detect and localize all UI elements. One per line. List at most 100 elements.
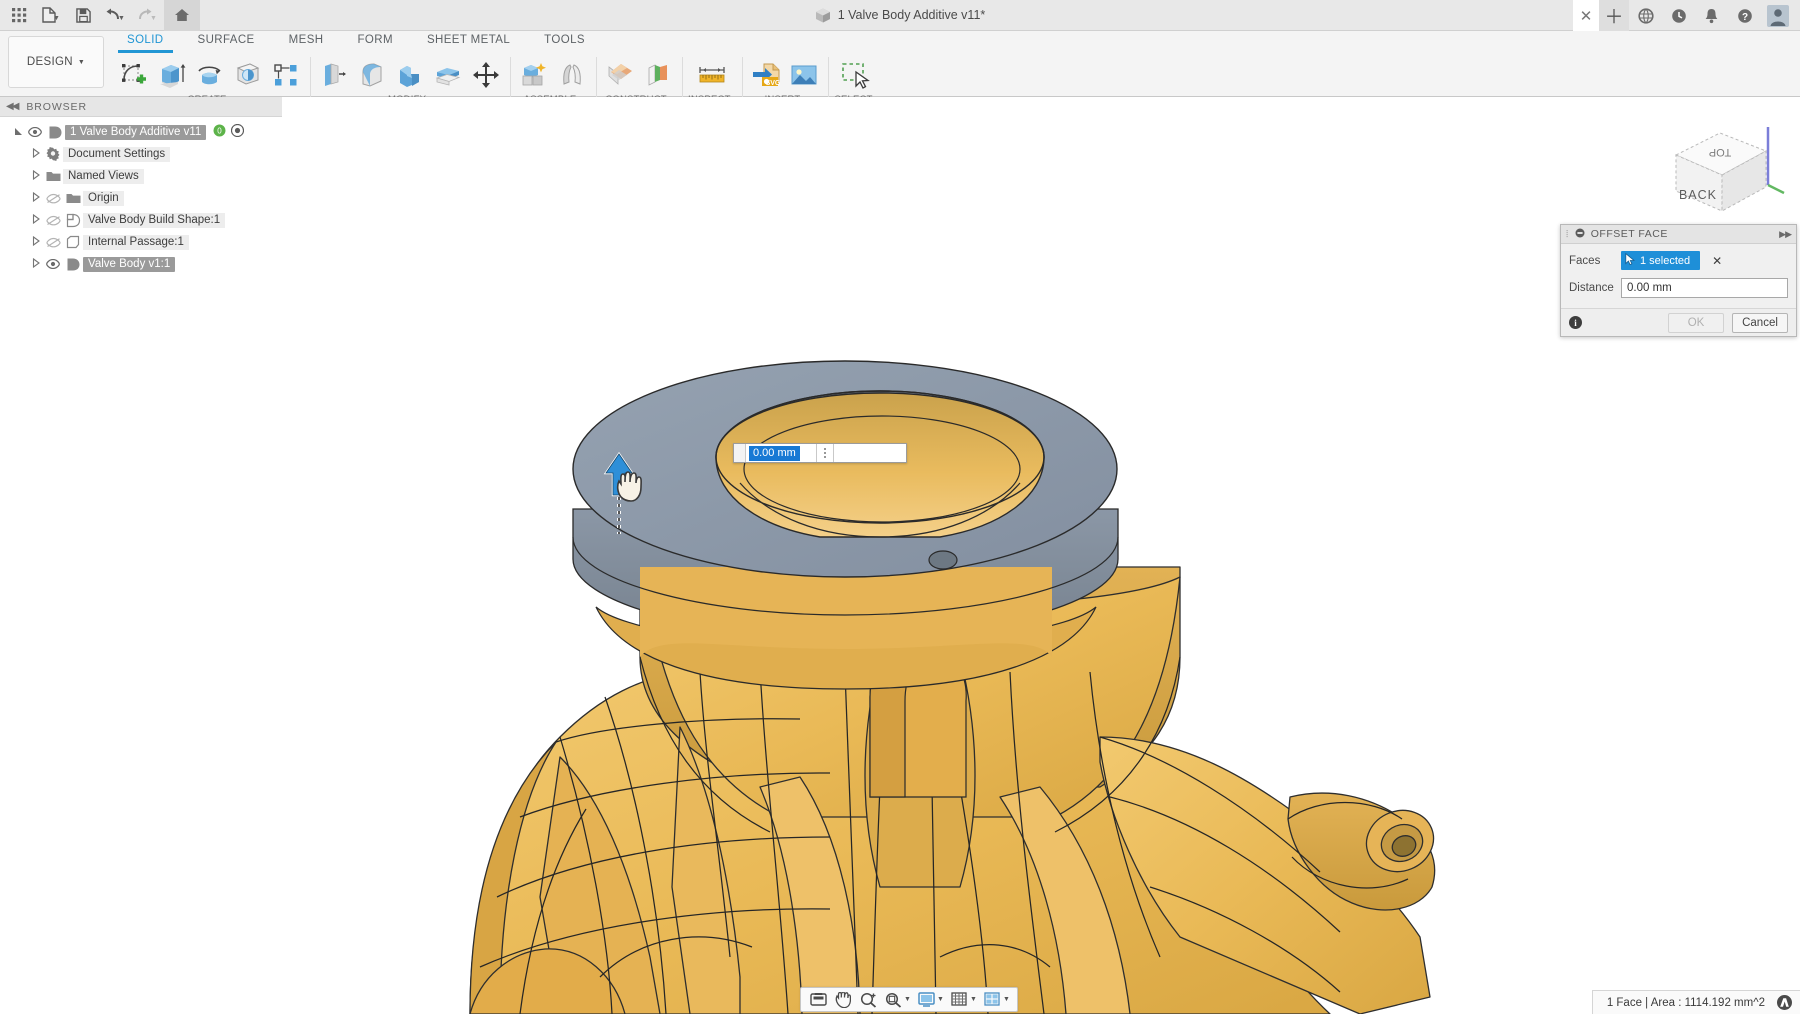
expand-right-icon[interactable]: ▶▶: [1779, 229, 1792, 240]
new-tab-icon[interactable]: ＋: [1599, 0, 1629, 31]
radio-icon[interactable]: [231, 123, 245, 140]
info-icon[interactable]: i: [1569, 316, 1582, 329]
close-tab-icon[interactable]: ✕: [1573, 0, 1599, 31]
visibility-hidden-icon[interactable]: [43, 193, 63, 204]
cursor-select-icon: [1625, 252, 1636, 268]
bell-icon[interactable]: [1695, 0, 1728, 31]
tree-item-root[interactable]: 1 Valve Body Additive v11 0: [0, 121, 282, 143]
cancel-button[interactable]: Cancel: [1732, 312, 1788, 333]
expand-triangle-icon[interactable]: [30, 213, 43, 226]
tree-item-origin[interactable]: Origin: [0, 187, 282, 209]
inline-input-secondary[interactable]: [834, 444, 906, 462]
faces-selection-button[interactable]: 1 selected: [1621, 251, 1701, 270]
sweep-icon[interactable]: [230, 56, 266, 94]
input-grip[interactable]: [734, 444, 746, 462]
visibility-hidden-icon[interactable]: [43, 237, 63, 248]
dialog-header[interactable]: ⦙ OFFSET FACE ▶▶: [1561, 225, 1796, 244]
tab-tools[interactable]: TOOLS: [527, 31, 602, 48]
chevron-down-icon[interactable]: ▼: [970, 996, 979, 1003]
tree-item-internal-passage[interactable]: Internal Passage:1: [0, 231, 282, 253]
tree-item-valve-body-v1[interactable]: Valve Body v1:1: [0, 253, 282, 275]
display-settings-icon[interactable]: [914, 989, 938, 1011]
minimize-icon[interactable]: [1575, 228, 1585, 241]
visibility-eye-icon[interactable]: [43, 259, 63, 269]
tree-item-label: Origin: [83, 190, 124, 206]
undo-icon[interactable]: ▼: [100, 2, 130, 29]
orbit-pivot-icon[interactable]: [806, 989, 830, 1011]
tab-sheet-metal[interactable]: SHEET METAL: [410, 31, 527, 48]
inline-distance-field[interactable]: 0.00 mm: [746, 444, 816, 462]
expand-triangle-icon[interactable]: [30, 169, 43, 182]
new-file-icon[interactable]: ▼: [36, 2, 66, 29]
expand-triangle-icon[interactable]: [30, 191, 43, 204]
insert-svg-icon[interactable]: SVG: [748, 56, 784, 94]
globe-icon[interactable]: [1629, 0, 1662, 31]
workspace-switcher-button[interactable]: DESIGN ▼: [8, 36, 104, 88]
press-pull-icon[interactable]: [316, 56, 352, 94]
zoom-icon[interactable]: [856, 989, 880, 1011]
clock-icon[interactable]: [1662, 0, 1695, 31]
visibility-hidden-icon[interactable]: [43, 215, 63, 226]
tree-item-named-views[interactable]: Named Views: [0, 165, 282, 187]
shell-icon[interactable]: [392, 56, 428, 94]
redo-icon[interactable]: ▼: [132, 2, 162, 29]
tab-mesh[interactable]: MESH: [272, 31, 341, 48]
chevron-down-icon[interactable]: ▼: [118, 15, 125, 22]
expand-triangle-icon[interactable]: [12, 127, 25, 138]
chevron-down-icon[interactable]: ▼: [150, 15, 157, 22]
expand-triangle-icon[interactable]: [30, 257, 43, 270]
new-component-icon[interactable]: [516, 56, 552, 94]
tab-label: SURFACE: [197, 34, 255, 46]
measure-icon[interactable]: [692, 56, 732, 94]
extrude-icon[interactable]: [154, 56, 190, 94]
chevron-down-icon[interactable]: ▼: [1003, 996, 1012, 1003]
window-selection-icon[interactable]: [836, 56, 876, 94]
offset-face-icon[interactable]: [430, 56, 466, 94]
fillet-icon[interactable]: [354, 56, 390, 94]
expand-triangle-icon[interactable]: [30, 147, 43, 160]
create-sketch-icon[interactable]: [116, 56, 152, 94]
tree-item-document-settings[interactable]: Document Settings: [0, 143, 282, 165]
grid-apps-icon[interactable]: [4, 2, 34, 29]
drag-grip-icon[interactable]: ⦙: [1566, 229, 1569, 240]
chevron-down-icon[interactable]: ▼: [937, 996, 946, 1003]
inline-input-menu-icon[interactable]: [816, 444, 834, 462]
expand-triangle-icon[interactable]: [30, 235, 43, 248]
home-icon[interactable]: [164, 0, 200, 31]
gear-icon: [43, 147, 63, 161]
autodesk-a-icon[interactable]: [1777, 995, 1792, 1010]
revolve-icon[interactable]: [192, 56, 228, 94]
plane-at-angle-icon[interactable]: [640, 56, 676, 94]
ok-button[interactable]: OK: [1668, 312, 1724, 333]
tab-form[interactable]: FORM: [340, 31, 409, 48]
offset-plane-icon[interactable]: [602, 56, 638, 94]
pattern-icon[interactable]: [268, 56, 304, 94]
help-icon[interactable]: ?: [1728, 0, 1761, 31]
svg-text:?: ?: [1741, 12, 1747, 23]
grid-snaps-icon[interactable]: [947, 989, 971, 1011]
clear-selection-icon[interactable]: ✕: [1712, 254, 1722, 268]
tree-item-valve-body-build-shape[interactable]: Valve Body Build Shape:1: [0, 209, 282, 231]
move-copy-icon[interactable]: [468, 56, 504, 94]
capture-position-icon[interactable]: 0: [213, 124, 226, 140]
inline-distance-input[interactable]: 0.00 mm: [733, 443, 907, 463]
inline-distance-value[interactable]: 0.00 mm: [749, 445, 800, 461]
zoom-window-icon[interactable]: [881, 989, 905, 1011]
account-avatar-icon[interactable]: [1761, 0, 1794, 31]
view-cube[interactable]: TOP BACK: [1658, 119, 1788, 219]
save-icon[interactable]: [68, 2, 98, 29]
joint-icon[interactable]: [554, 56, 590, 94]
collapse-left-icon[interactable]: ◀◀: [6, 101, 19, 112]
tab-surface[interactable]: SURFACE: [181, 31, 272, 48]
chevron-down-icon[interactable]: ▼: [53, 15, 60, 22]
tab-solid[interactable]: SOLID: [110, 31, 181, 53]
svg-text:SVG: SVG: [766, 80, 781, 87]
viewports-icon[interactable]: [980, 989, 1004, 1011]
distance-input[interactable]: 0.00 mm: [1621, 277, 1788, 298]
visibility-eye-icon[interactable]: [25, 127, 45, 137]
browser-title: BROWSER: [26, 100, 87, 113]
pan-hand-icon[interactable]: [831, 989, 855, 1011]
chevron-down-icon[interactable]: ▼: [904, 996, 913, 1003]
insert-image-icon[interactable]: [786, 56, 822, 94]
chevron-down-icon[interactable]: ▼: [78, 59, 85, 66]
